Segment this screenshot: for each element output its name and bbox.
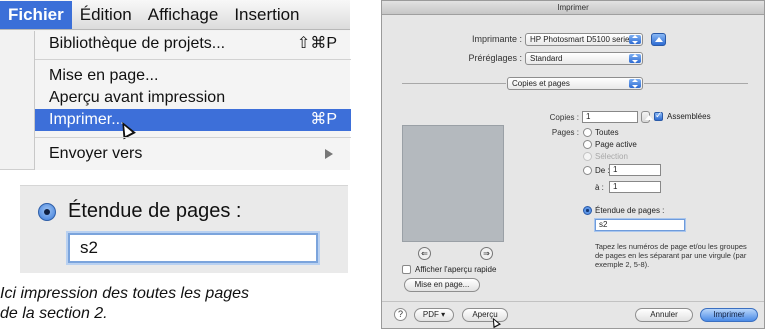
menu-item-mise-en-page[interactable]: Mise en page... [35, 65, 351, 87]
print-dialog: Imprimer Imprimante : HP Photosmart D510… [381, 0, 765, 329]
print-button[interactable]: Imprimer [700, 308, 758, 322]
previous-page-icon[interactable]: ⇐ [418, 247, 431, 260]
pages-from-field[interactable]: 1 [609, 164, 661, 176]
cancel-button[interactable]: Annuler [635, 308, 693, 322]
divider [402, 83, 506, 84]
popup-arrows-icon [629, 54, 641, 63]
pages-all-radio[interactable] [583, 128, 592, 137]
menu-item-label: Envoyer vers [49, 145, 143, 162]
footer-divider [382, 301, 764, 302]
next-page-icon[interactable]: ⇒ [480, 247, 493, 260]
menu-item-shortcut: ⇧⌘P [296, 35, 337, 52]
presets-select[interactable]: Standard [525, 52, 643, 65]
pages-from-label: De : [595, 166, 610, 175]
submenu-arrow-icon [325, 149, 333, 159]
menu-insertion[interactable]: Insertion [226, 1, 307, 29]
menu-separator [35, 59, 351, 60]
quick-preview-checkbox[interactable] [402, 265, 411, 274]
pages-label: Pages : [551, 128, 579, 137]
menu-separator [35, 137, 351, 138]
pages-to-field[interactable]: 1 [609, 181, 661, 193]
caption-line-1: Ici impression des toutes les pages [0, 285, 250, 302]
extent-input[interactable]: s2 [68, 233, 318, 263]
page-setup-button[interactable]: Mise en page... [404, 278, 480, 292]
expand-dialog-button[interactable] [651, 33, 666, 46]
menu-item-shortcut: ⌘P [310, 111, 337, 128]
dialog-title: Imprimer [382, 1, 764, 15]
pages-current-label: Page active [595, 140, 637, 149]
extent-hint: Tapez les numéros de page et/ou les grou… [595, 242, 747, 269]
printer-select[interactable]: HP Photosmart D5100 series [525, 33, 643, 46]
menu-item-bibliotheque[interactable]: Bibliothèque de projets... ⇧⌘P [35, 33, 351, 55]
preview-button[interactable]: Aperçu [462, 308, 508, 322]
pages-selection-label: Sélection [595, 152, 628, 161]
pages-selection-radio[interactable] [583, 152, 592, 161]
fichier-dropdown: Bibliothèque de projets... ⇧⌘P Mise en p… [34, 31, 351, 170]
copies-field[interactable]: 1 [582, 111, 638, 123]
quick-preview-label: Afficher l'aperçu rapide [415, 265, 497, 274]
pages-to-label: à : [595, 183, 604, 192]
pages-extent-radio[interactable] [583, 206, 592, 215]
presets-value: Standard [530, 54, 563, 63]
menu-item-label: Bibliothèque de projets... [49, 35, 226, 52]
pages-from-radio[interactable] [583, 166, 592, 175]
copies-stepper[interactable] [641, 111, 653, 123]
pages-extent-label: Étendue de pages : [595, 206, 665, 215]
copies-label: Copies : [549, 113, 579, 122]
menu-item-label: Mise en page... [49, 67, 159, 84]
section-value: Copies et pages [512, 79, 570, 88]
caption-line-2: de la section 2. [0, 305, 108, 322]
menu-item-apercu[interactable]: Aperçu avant impression [35, 87, 351, 109]
menu-bar: Fichier Édition Affichage Insertion [0, 0, 350, 30]
pages-all-label: Toutes [595, 128, 619, 137]
menu-item-label: Imprimer... [49, 111, 125, 128]
menu-edition[interactable]: Édition [72, 1, 140, 29]
menu-screenshot: Fichier Édition Affichage Insertion Bibl… [0, 0, 351, 170]
collated-checkbox[interactable] [654, 111, 663, 121]
help-icon[interactable]: ? [394, 308, 407, 321]
menu-item-label: Aperçu avant impression [49, 89, 226, 106]
popup-arrows-icon [629, 79, 641, 88]
printer-label: Imprimante : [471, 34, 522, 44]
pages-extent-field[interactable]: s2 [595, 219, 685, 231]
page-extent-snippet: Étendue de pages : s2 [20, 185, 348, 273]
menu-fichier[interactable]: Fichier [0, 0, 72, 29]
section-select[interactable]: Copies et pages [507, 77, 643, 90]
caption: Ici impression des toutes les pages de l… [0, 284, 350, 324]
presets-label: Préréglages : [468, 53, 522, 63]
page-preview [402, 125, 504, 242]
menu-affichage[interactable]: Affichage [140, 1, 227, 29]
popup-arrows-icon [629, 35, 641, 44]
extent-radio[interactable] [38, 203, 56, 221]
printer-value: HP Photosmart D5100 series [530, 35, 634, 44]
extent-label: Étendue de pages : [68, 200, 242, 222]
pages-current-radio[interactable] [583, 140, 592, 149]
collated-label: Assemblées [667, 112, 711, 121]
divider [644, 83, 748, 84]
pdf-button[interactable]: PDF ▾ [414, 308, 454, 322]
menu-item-envoyer-vers[interactable]: Envoyer vers [35, 143, 351, 165]
menu-item-imprimer[interactable]: Imprimer... ⌘P [35, 109, 351, 131]
